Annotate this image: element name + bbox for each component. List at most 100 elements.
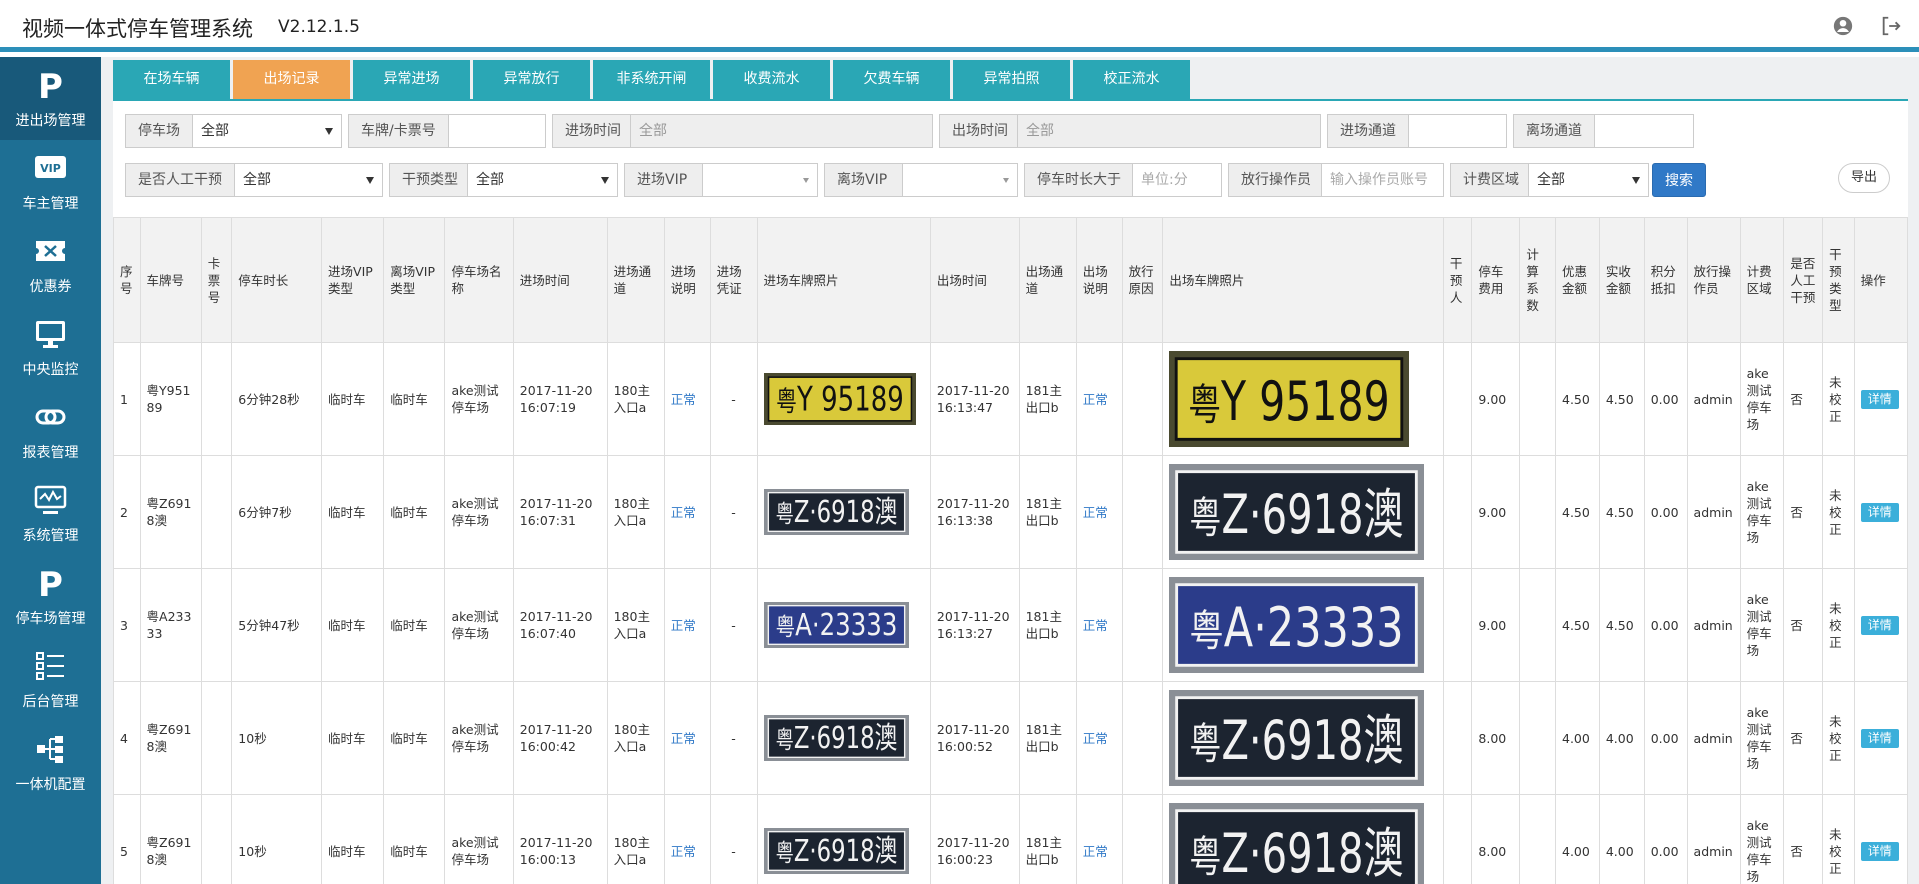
entry-note: 正常	[663, 342, 711, 456]
sidebar-item-label: 一体机配置	[15, 777, 86, 793]
sidebar-item-coupon[interactable]: 优惠券	[0, 223, 101, 306]
sidebar-item-parking-lot[interactable]: P 停车场管理	[0, 555, 101, 638]
plate-number-text: Y 95189	[796, 379, 904, 419]
exit-vip-type: 临时车	[383, 455, 446, 569]
row-number: 5	[113, 794, 141, 884]
user-circle-icon[interactable]	[1832, 15, 1854, 37]
entry-time-input[interactable]: 全部	[631, 115, 932, 147]
filter-exit-time[interactable]: 出场时间 全部	[939, 114, 1321, 148]
points-deduction: 0.00	[1643, 568, 1688, 682]
plate-card-input[interactable]	[449, 115, 545, 147]
entry-vip-type: 临时车	[321, 794, 385, 884]
caret-down-icon	[1632, 177, 1640, 184]
coupon-icon	[33, 235, 68, 267]
tab-correction-flow[interactable]: 校正流水	[1073, 60, 1190, 99]
exit-time-input[interactable]: 全部	[1018, 115, 1320, 147]
exit-vip-select[interactable]	[903, 164, 1017, 196]
entry-plate-photo: 粤A·23333	[756, 568, 931, 682]
exit-channel: 181主出口b	[1018, 568, 1077, 682]
paid-amount: 4.00	[1598, 681, 1645, 795]
filter-plate-card[interactable]: 车牌/卡票号	[348, 114, 546, 148]
points-deduction: 0.00	[1643, 342, 1688, 456]
exit-time: 2017-11-20 16:13:27	[929, 568, 1020, 682]
filter-release-operator[interactable]: 放行操作员 输入操作员账号	[1228, 163, 1444, 197]
duration-input[interactable]: 单位:分	[1133, 164, 1221, 196]
sidebar-item-entry-exit[interactable]: P 进出场管理	[0, 57, 101, 140]
filter-exit-vip[interactable]: 离场VIP	[824, 163, 1018, 197]
exit-channel: 181主出口b	[1018, 455, 1077, 569]
parking-lot-select[interactable]: 全部	[193, 115, 341, 147]
table-row[interactable]: 1 粤Y95189 6分钟28秒 临时车 临时车 ake测试停车场 2017-11-20 1…	[113, 342, 1908, 456]
tab-non-system-gate[interactable]: 非系统开闸	[593, 60, 710, 99]
detail-button[interactable]: 详情	[1860, 502, 1899, 522]
release-operator-input[interactable]: 输入操作员账号	[1322, 164, 1443, 196]
list-icon	[33, 650, 68, 682]
entry-note: 正常	[663, 794, 711, 884]
column-header: 是否人工干预	[1783, 217, 1824, 343]
sidebar-item-backend[interactable]: 后台管理	[0, 638, 101, 721]
billing-area: ake测试停车场	[1739, 681, 1785, 795]
filter-entry-channel[interactable]: 进场通道	[1327, 114, 1507, 148]
column-header: 干预人	[1442, 217, 1473, 343]
tab-exit-records[interactable]: 出场记录	[233, 60, 350, 99]
tab-charge-flow[interactable]: 收费流水	[713, 60, 830, 99]
column-header: 序号	[113, 217, 141, 343]
caret-down-icon	[803, 178, 809, 183]
detail-button[interactable]: 详情	[1860, 841, 1899, 861]
filter-intervene-type[interactable]: 干预类型 全部	[389, 163, 618, 197]
table-row[interactable]: 4 粤Z6918澳 10秒 临时车 临时车 ake测试停车场 2017-11-20 16:0…	[113, 681, 1908, 795]
parking-lot-name: ake测试停车场	[444, 455, 514, 569]
intervene-person	[1442, 455, 1473, 569]
column-header: 进场VIP类型	[321, 217, 385, 343]
filter-label: 车牌/卡票号	[349, 115, 449, 147]
filter-entry-vip[interactable]: 进场VIP	[624, 163, 818, 197]
parking-duration: 6分钟7秒	[231, 455, 323, 569]
export-button[interactable]: 导出	[1838, 163, 1890, 193]
tab-arrears[interactable]: 欠费车辆	[833, 60, 950, 99]
release-operator: admin	[1686, 681, 1741, 795]
billing-area: ake测试停车场	[1739, 568, 1785, 682]
intervene-person	[1442, 568, 1473, 682]
svg-text:粤Z·6918澳: 粤Z·6918澳	[1190, 483, 1404, 546]
filter-label: 停车场	[126, 115, 193, 147]
sidebar-item-monitor[interactable]: 中央监控	[0, 306, 101, 389]
filter-duration[interactable]: 停车时长大于 单位:分	[1024, 163, 1222, 197]
sidebar-item-label: 停车场管理	[15, 611, 86, 627]
detail-button[interactable]: 详情	[1860, 389, 1899, 409]
filter-entry-time[interactable]: 进场时间 全部	[552, 114, 933, 148]
column-header: 离场VIP类型	[383, 217, 446, 343]
logout-icon[interactable]	[1880, 15, 1902, 37]
entry-channel-input[interactable]	[1409, 115, 1506, 147]
table-row[interactable]: 5 粤Z6918澳 10秒 临时车 临时车 ake测试停车场 2017-11-20 16:0…	[113, 794, 1908, 884]
tab-abnormal-release[interactable]: 异常放行	[473, 60, 590, 99]
sidebar-item-device-config[interactable]: 一体机配置	[0, 721, 101, 804]
tab-abnormal-photo[interactable]: 异常拍照	[953, 60, 1070, 99]
row-number: 2	[113, 455, 141, 569]
table-row[interactable]: 3 粤A23333 5分钟47秒 临时车 临时车 ake测试停车场 2017-11-20 1…	[113, 568, 1908, 682]
entry-certificate: -	[709, 342, 758, 456]
filter-parking-lot[interactable]: 停车场 全部	[125, 114, 342, 148]
tab-abnormal-entry[interactable]: 异常进场	[353, 60, 470, 99]
detail-button[interactable]: 详情	[1860, 615, 1899, 635]
filter-label: 进场时间	[553, 115, 631, 147]
tab-in-park[interactable]: 在场车辆	[113, 60, 230, 99]
filter-manual-intervene[interactable]: 是否人工干预 全部	[125, 163, 383, 197]
sidebar-item-system[interactable]: 系统管理	[0, 472, 101, 555]
row-number: 3	[113, 568, 141, 682]
manual-intervene: 否	[1783, 342, 1824, 456]
intervene-type-select[interactable]: 全部	[468, 164, 617, 196]
filter-exit-channel[interactable]: 离场通道	[1513, 114, 1694, 148]
sidebar-item-reports[interactable]: 报表管理	[0, 389, 101, 472]
search-button[interactable]: 搜索	[1652, 163, 1706, 197]
billing-area-select[interactable]: 全部	[1529, 164, 1648, 196]
discount-amount: 4.00	[1555, 794, 1600, 884]
column-header: 出场时间	[929, 217, 1020, 343]
detail-button[interactable]: 详情	[1860, 728, 1899, 748]
table-row[interactable]: 2 粤Z6918澳 6分钟7秒 临时车 临时车 ake测试停车场 2017-11-20 16…	[113, 455, 1908, 569]
entry-vip-select[interactable]	[703, 164, 817, 196]
sidebar-item-owner[interactable]: VIP 车主管理	[0, 140, 101, 223]
manual-intervene-select[interactable]: 全部	[235, 164, 382, 196]
exit-channel-input[interactable]	[1595, 115, 1693, 147]
filter-billing-area[interactable]: 计费区域 全部	[1450, 163, 1649, 197]
entry-plate-photo: 粤Z·6918澳	[756, 794, 931, 884]
